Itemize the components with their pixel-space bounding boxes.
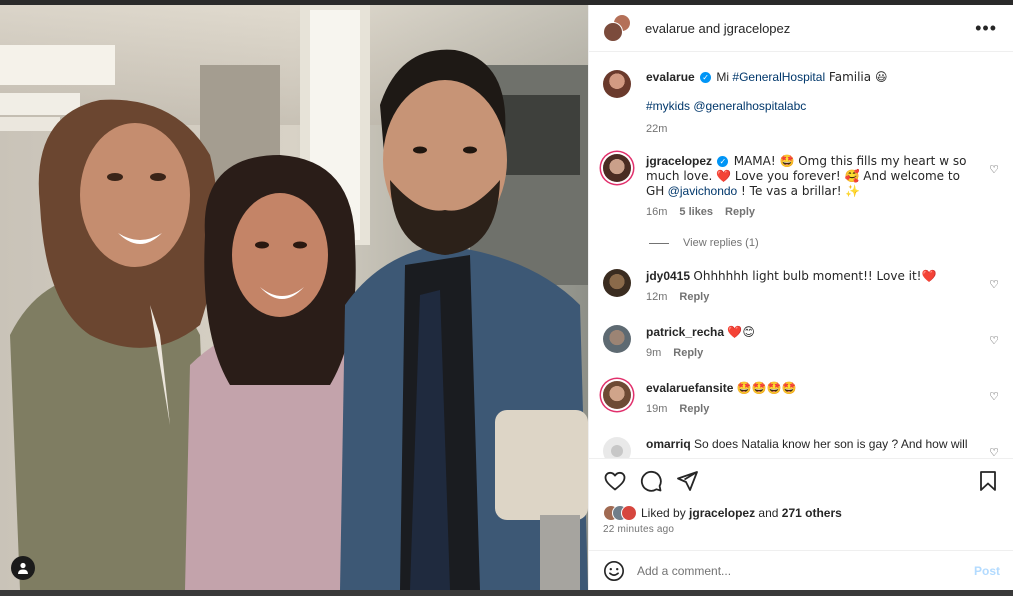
tagged-users-button[interactable] (11, 556, 35, 580)
reply-button[interactable]: Reply (679, 290, 709, 305)
caption-text-suffix: Familia 😃 (825, 70, 888, 84)
comment-item: patrick_recha ❤️😊 9m Reply ♡ (603, 325, 999, 367)
reply-button[interactable]: Reply (725, 205, 755, 220)
like-comment-heart-icon[interactable]: ♡ (989, 390, 999, 403)
instagram-post-modal: evalarue and jgracelopez ••• evalarue ✓ … (0, 0, 1013, 596)
comment-text: So does Natalia know her son is gay ? An… (694, 437, 968, 451)
likes-middle: and (758, 506, 779, 520)
user-icon (18, 562, 28, 574)
comment-meta: 9m Reply (646, 346, 976, 361)
comment-time[interactable]: 19m (646, 402, 667, 417)
comment-item: omarriq So does Natalia know her son is … (603, 437, 999, 458)
comment-username[interactable]: jgracelopez (646, 154, 712, 168)
header-avatars[interactable] (603, 14, 631, 42)
comment-likes[interactable]: 5 likes (679, 205, 713, 220)
post-header: evalarue and jgracelopez ••• (589, 5, 1013, 52)
comment-body: evalaruefansite 🤩🤩🤩🤩 19m Reply (646, 381, 976, 417)
comment-input[interactable]: Add a comment... (637, 564, 731, 578)
avatar (621, 505, 637, 521)
comment-username[interactable]: jdy0415 (646, 269, 690, 283)
post-photo[interactable] (0, 5, 588, 590)
comment-username[interactable]: patrick_recha (646, 325, 724, 339)
avatar[interactable] (603, 154, 631, 182)
like-comment-heart-icon[interactable]: ♡ (989, 163, 999, 176)
caption: evalarue ✓ Mi #GeneralHospital Familia 😃… (603, 70, 999, 140)
avatar (603, 22, 623, 42)
comment-meta: 19m Reply (646, 402, 976, 417)
comment-item: jdy0415 Ohhhhhh light bulb moment!! Love… (603, 269, 999, 311)
avatar[interactable] (603, 381, 631, 409)
avatar[interactable] (603, 325, 631, 353)
comment-item: jgracelopez ✓ MAMA! 🤩 Omg this fills my … (603, 154, 999, 234)
comment-icon[interactable] (639, 469, 663, 493)
divider (649, 242, 669, 244)
comment-text: 🤩🤩🤩🤩 (736, 381, 797, 395)
caption-hashtag[interactable]: #GeneralHospital (732, 70, 825, 84)
comment-username[interactable]: evalaruefansite (646, 381, 733, 395)
post-time[interactable]: 22 minutes ago (603, 524, 674, 535)
comment-time[interactable]: 12m (646, 290, 667, 305)
post-actions: Liked by jgracelopez and 271 others 22 m… (589, 458, 1013, 550)
post-details-panel: evalarue and jgracelopez ••• evalarue ✓ … (588, 5, 1013, 590)
avatar[interactable] (603, 437, 631, 458)
like-comment-heart-icon[interactable]: ♡ (989, 446, 999, 458)
header-usernames[interactable]: evalarue and jgracelopez (645, 21, 790, 36)
liker-avatars (603, 505, 637, 521)
comment-meta: 16m 5 likes Reply (646, 205, 976, 220)
more-horizontal-icon[interactable]: ••• (975, 19, 997, 37)
comment-body: omarriq So does Natalia know her son is … (646, 437, 976, 452)
comments-list[interactable]: evalarue ✓ Mi #GeneralHospital Familia 😃… (589, 53, 1013, 458)
liker-username[interactable]: jgracelopez (689, 506, 755, 520)
reply-button[interactable]: Reply (679, 402, 709, 417)
reply-button[interactable]: Reply (673, 346, 703, 361)
post-button[interactable]: Post (974, 564, 1000, 578)
caption-mention[interactable]: @generalhospitalabc (693, 99, 806, 113)
like-comment-heart-icon[interactable]: ♡ (989, 334, 999, 347)
verified-badge-icon: ✓ (717, 156, 729, 168)
comment-text-suffix: ! Te vas a brillar! ✨ (737, 184, 861, 198)
backdrop-bottom (0, 590, 1013, 596)
like-comment-heart-icon[interactable]: ♡ (989, 278, 999, 291)
caption-body: evalarue ✓ Mi #GeneralHospital Familia 😃… (646, 70, 976, 137)
likes-summary: Liked by jgracelopez and 271 others (603, 505, 842, 521)
comment-meta: 12m Reply (646, 290, 976, 305)
share-icon[interactable] (675, 469, 699, 493)
caption-time[interactable]: 22m (646, 122, 667, 137)
action-buttons (603, 469, 1000, 493)
likes-prefix: Liked by (641, 506, 686, 520)
comment-text: Ohhhhhh light bulb moment!! Love it!❤️ (693, 269, 937, 283)
comment-time[interactable]: 9m (646, 346, 661, 361)
comment-username[interactable]: omarriq (646, 437, 691, 451)
comment-text: ❤️😊 (727, 325, 755, 339)
caption-meta: 22m (646, 122, 976, 137)
post-photo-illustration (0, 5, 588, 590)
add-comment-bar: Add a comment... Post (589, 550, 1013, 590)
comment-body: jdy0415 Ohhhhhh light bulb moment!! Love… (646, 269, 976, 305)
verified-badge-icon: ✓ (700, 72, 712, 84)
default-avatar-icon (611, 445, 623, 457)
likes-count-link[interactable]: 271 others (782, 506, 842, 520)
comment-body: patrick_recha ❤️😊 9m Reply (646, 325, 976, 361)
caption-text: Mi (716, 70, 733, 84)
caption-hashtag-mykids[interactable]: #mykids (646, 99, 690, 113)
view-replies-label: View replies (1) (683, 237, 759, 249)
comment-time[interactable]: 16m (646, 205, 667, 220)
view-replies-button[interactable]: View replies (1) (649, 237, 759, 249)
avatar[interactable] (603, 269, 631, 297)
avatar[interactable] (603, 70, 631, 98)
comment-body: jgracelopez ✓ MAMA! 🤩 Omg this fills my … (646, 154, 976, 220)
comment-mention[interactable]: @javichondo (668, 184, 738, 198)
caption-username[interactable]: evalarue (646, 70, 695, 84)
emoji-icon[interactable] (603, 560, 625, 582)
bookmark-icon[interactable] (976, 469, 1000, 493)
heart-icon[interactable] (603, 469, 627, 493)
comment-item: evalaruefansite 🤩🤩🤩🤩 19m Reply ♡ (603, 381, 999, 423)
